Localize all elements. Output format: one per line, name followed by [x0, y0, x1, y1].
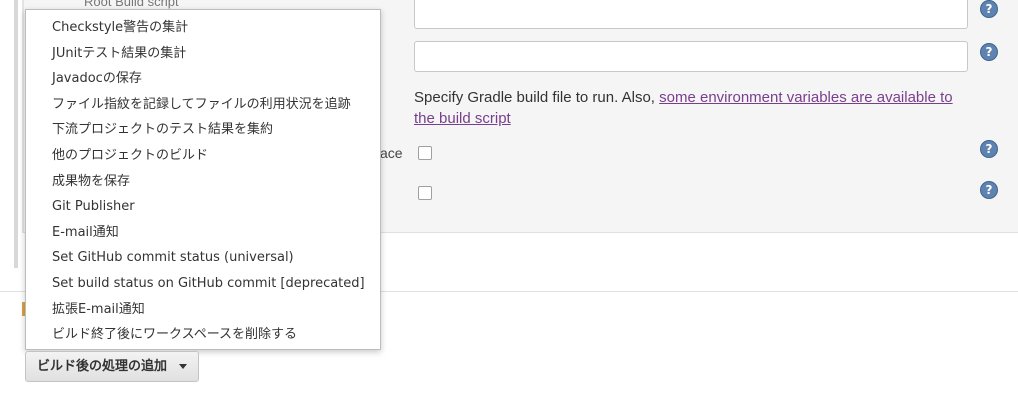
menu-item-build-other-projects[interactable]: 他のプロジェクトのビルド: [26, 143, 380, 169]
menu-item-github-status-deprecated[interactable]: Set build status on GitHub commit [depre…: [26, 271, 380, 297]
menu-item-extended-email[interactable]: 拡張E-mail通知: [26, 297, 380, 323]
checkbox-label-partial: ace: [380, 145, 403, 161]
panel-edge: [22, 0, 24, 232]
add-post-build-action-button[interactable]: ビルド後の処理の追加: [25, 351, 200, 382]
menu-item-aggregate-downstream[interactable]: 下流プロジェクトのテスト結果を集約: [26, 117, 380, 143]
root-build-script-label: Root Build script: [84, 0, 179, 9]
help-icon[interactable]: ?: [980, 181, 998, 199]
menu-item-javadoc[interactable]: Javadocの保存: [26, 66, 380, 92]
left-rule: [14, 0, 18, 268]
caret-down-icon: [179, 364, 188, 369]
help-icon[interactable]: ?: [980, 140, 998, 158]
menu-list: Checkstyle警告の集計 JUnitテスト結果の集計 Javadocの保存…: [26, 10, 380, 348]
menu-item-checkstyle[interactable]: Checkstyle警告の集計: [26, 15, 380, 41]
menu-item-delete-workspace[interactable]: ビルド終了後にワークスペースを削除する: [26, 322, 380, 348]
help-icon[interactable]: ?: [980, 0, 998, 18]
menu-item-fingerprint[interactable]: ファイル指紋を記録してファイルの利用状況を追跡: [26, 92, 380, 118]
post-build-actions-menu[interactable]: Checkstyle警告の集計 JUnitテスト結果の集計 Javadocの保存…: [25, 9, 381, 350]
menu-item-github-status-universal[interactable]: Set GitHub commit status (universal): [26, 245, 380, 271]
root-build-script-field[interactable]: [414, 0, 968, 29]
menu-item-junit[interactable]: JUnitテスト結果の集計: [26, 41, 380, 67]
build-file-field[interactable]: [414, 41, 968, 72]
menu-item-email[interactable]: E-mail通知: [26, 220, 380, 246]
gradle-description: Specify Gradle build file to run. Also, …: [414, 87, 974, 129]
add-post-build-action-label: ビルド後の処理の追加: [37, 359, 168, 374]
help-icon[interactable]: ?: [980, 43, 998, 61]
gradle-description-text: Specify Gradle build file to run. Also,: [414, 89, 660, 106]
menu-item-archive-artifacts[interactable]: 成果物を保存: [26, 169, 380, 195]
menu-item-git-publisher[interactable]: Git Publisher: [26, 194, 380, 220]
option-checkbox[interactable]: [418, 146, 432, 160]
option-checkbox[interactable]: [418, 186, 432, 200]
